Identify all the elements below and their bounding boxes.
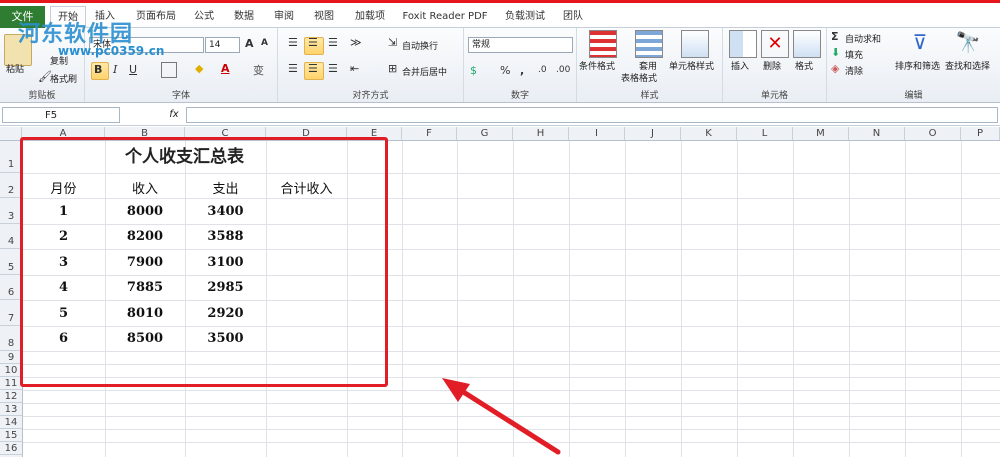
annotation-arrow-icon	[442, 378, 561, 455]
